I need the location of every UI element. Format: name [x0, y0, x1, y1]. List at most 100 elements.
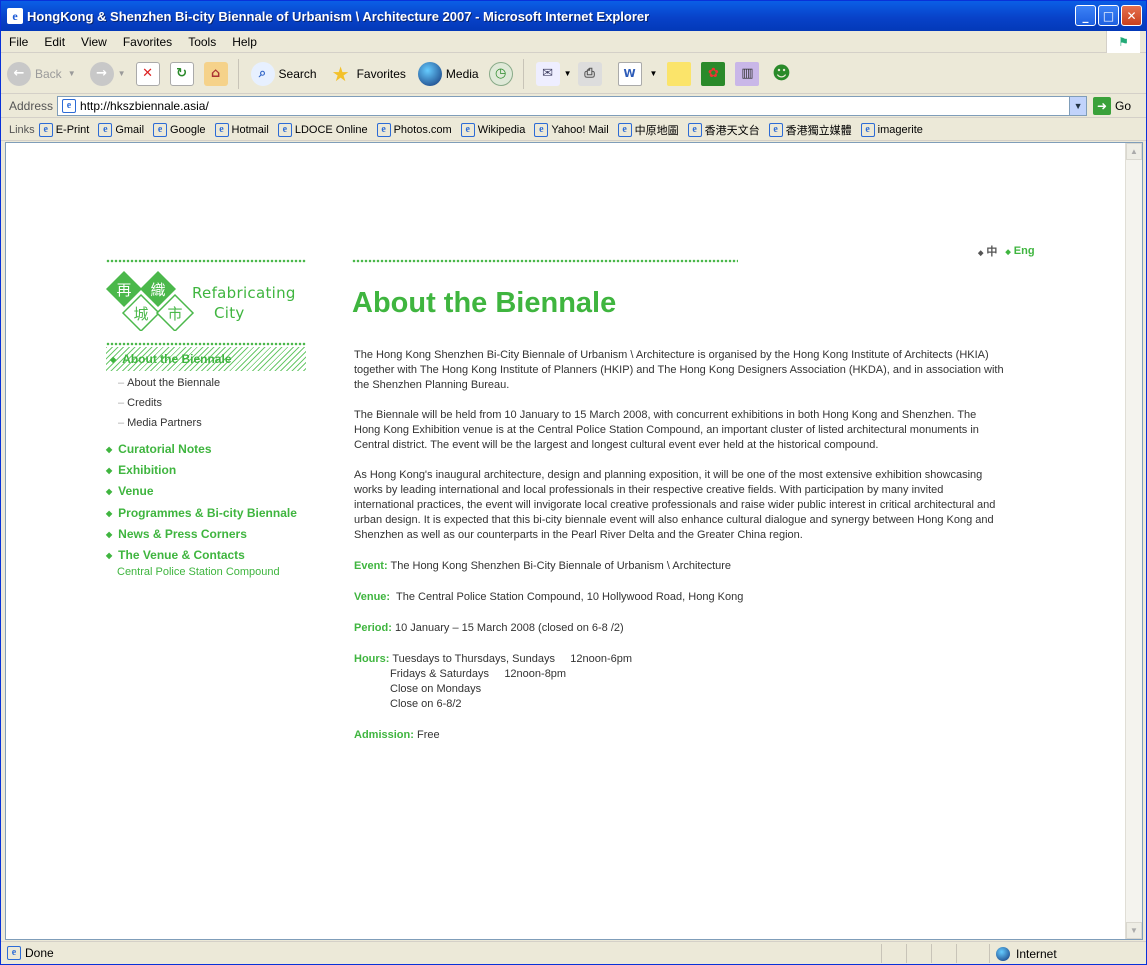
link-imagerite[interactable]: e imagerite — [860, 122, 923, 137]
menu-bar: File Edit View Favorites Tools Help ⚑ — [1, 31, 1146, 53]
notes-button[interactable] — [667, 61, 695, 86]
print-button[interactable]: ⎙ — [577, 61, 606, 86]
lang-english-link[interactable]: ◆ Eng — [1005, 245, 1034, 257]
menu-help[interactable]: Help — [224, 35, 265, 49]
nav-programmes[interactable]: ◆ Programmes & Bi-city Biennale — [106, 506, 297, 520]
nav-curatorial-notes[interactable]: ◆ Curatorial Notes — [106, 442, 212, 456]
close-button[interactable]: ✕ — [1121, 5, 1142, 26]
address-input[interactable]: e http://hkszbiennale.asia/ ▼ — [57, 96, 1088, 116]
link-page-icon: e — [376, 122, 391, 137]
stop-button[interactable]: ✕ — [135, 61, 164, 86]
nav-venue-contacts[interactable]: ◆ The Venue & Contacts — [106, 548, 245, 562]
browser-window: e HongKong & Shenzhen Bi-city Biennale o… — [0, 0, 1147, 965]
maximize-button[interactable]: □ — [1098, 5, 1119, 26]
lang-chinese-link[interactable]: ◆ 中 — [978, 243, 997, 259]
nav-news-press[interactable]: ◆ News & Press Corners — [106, 527, 247, 541]
status-divider — [881, 944, 882, 963]
address-label: Address — [9, 99, 54, 113]
messenger-button[interactable]: ☻ — [769, 62, 797, 86]
nav-item-about-active[interactable]: ◆ About the Biennale — [106, 347, 306, 371]
link-page-icon: e — [460, 122, 475, 137]
svg-text:再: 再 — [116, 281, 131, 299]
content-divider — [352, 259, 738, 263]
menu-file[interactable]: File — [1, 35, 36, 49]
link-page-icon: e — [98, 122, 113, 137]
forward-dropdown-icon[interactable]: ▼ — [118, 69, 126, 78]
home-button[interactable]: ⌂ — [203, 61, 232, 86]
media-button[interactable]: Media — [417, 61, 479, 86]
back-arrow-icon: ← — [7, 61, 31, 86]
venue-detail: Venue: The Central Police Station Compou… — [354, 591, 744, 603]
sticky-note-icon — [667, 61, 692, 86]
nav-venue[interactable]: ◆ Venue — [106, 484, 154, 498]
dates-paragraph: The Biennale will be held from 10 Januar… — [354, 409, 979, 451]
link-yahoo-mail[interactable]: e Yahoo! Mail — [534, 122, 609, 137]
address-bar: Address e http://hkszbiennale.asia/ ▼ ➜ … — [1, 95, 1146, 118]
refresh-button[interactable]: ↻ — [169, 61, 198, 86]
refresh-icon: ↻ — [169, 61, 194, 86]
period-detail: Period: 10 January – 15 March 2008 (clos… — [354, 622, 624, 634]
nav-divider — [106, 342, 306, 346]
link-page-icon: e — [153, 122, 168, 137]
menu-edit[interactable]: Edit — [36, 35, 73, 49]
messenger-people-icon: ☻ — [772, 63, 791, 84]
link-ldoce[interactable]: e LDOCE Online — [277, 122, 368, 137]
edit-dropdown-icon[interactable]: ▼ — [650, 69, 658, 78]
favorites-star-icon: ★ — [331, 61, 350, 86]
link-google[interactable]: e Google — [153, 122, 206, 137]
link-page-icon: e — [534, 122, 549, 137]
hours-closed-mondays: Close on Mondays — [390, 683, 482, 695]
search-button[interactable]: ⌕ Search — [250, 61, 317, 86]
link-eprint[interactable]: e E-Print — [38, 122, 89, 137]
nav-bullet-icon: ◆ — [110, 354, 117, 364]
link-inmedia[interactable]: e 香港獨立媒體 — [768, 122, 852, 138]
scroll-down-icon[interactable]: ▼ — [1126, 922, 1142, 939]
favorites-button[interactable]: ★ Favorites — [329, 62, 406, 86]
link-gmail[interactable]: e Gmail — [98, 122, 144, 137]
scroll-up-icon[interactable]: ▲ — [1126, 143, 1142, 160]
forward-button[interactable]: → ▼ — [89, 61, 126, 86]
research-button[interactable]: ▥ — [735, 61, 763, 86]
history-icon: ◷ — [488, 61, 513, 86]
forward-arrow-icon: → — [89, 61, 114, 86]
subnav-credits[interactable]: – Credits — [118, 397, 162, 409]
link-photos[interactable]: e Photos.com — [376, 122, 452, 137]
go-arrow-icon: ➜ — [1093, 97, 1112, 115]
link-page-icon: e — [38, 122, 53, 137]
minimize-button[interactable]: _ — [1075, 5, 1096, 26]
page-viewport: ◆ 中 ◆ Eng 再 織 城 市 Refabricating City ◆ A… — [5, 142, 1143, 940]
address-dropdown-icon[interactable]: ▼ — [1069, 97, 1087, 115]
home-icon: ⌂ — [203, 61, 228, 86]
title-bar[interactable]: e HongKong & Shenzhen Bi-city Biennale o… — [1, 1, 1146, 31]
nav-central-police-station[interactable]: Central Police Station Compound — [117, 566, 280, 578]
link-hk-observatory[interactable]: e 香港天文台 — [687, 122, 760, 138]
intro-paragraph: The Hong Kong Shenzhen Bi-City Biennale … — [354, 349, 1004, 391]
go-button[interactable]: ➜ Go — [1093, 97, 1131, 115]
sidebar-divider — [106, 259, 306, 263]
mail-icon: ✉ — [535, 61, 560, 86]
edit-button[interactable]: W ▼ — [617, 61, 658, 86]
exposition-paragraph: As Hong Kong's inaugural architecture, d… — [354, 469, 996, 541]
toolbar-separator — [522, 58, 524, 89]
mail-dropdown-icon[interactable]: ▼ — [564, 69, 572, 78]
link-wikipedia[interactable]: e Wikipedia — [460, 122, 525, 137]
link-page-icon: e — [768, 122, 783, 137]
svg-text:城: 城 — [133, 305, 148, 323]
admission-detail: Admission: Free — [354, 729, 440, 741]
status-page-icon: e — [7, 946, 21, 960]
menu-favorites[interactable]: Favorites — [115, 35, 180, 49]
link-page-icon: e — [687, 122, 702, 137]
vertical-scrollbar[interactable]: ▲ ▼ — [1125, 143, 1142, 939]
icq-button[interactable]: ✿ — [701, 61, 729, 86]
subnav-about[interactable]: – About the Biennale — [118, 377, 220, 389]
mail-button[interactable]: ✉ ▼ — [535, 61, 572, 86]
menu-tools[interactable]: Tools — [180, 35, 224, 49]
link-hotmail[interactable]: e Hotmail — [214, 122, 269, 137]
menu-view[interactable]: View — [73, 35, 115, 49]
link-centaline-map[interactable]: e 中原地圖 — [617, 122, 679, 138]
history-button[interactable]: ◷ — [488, 61, 517, 86]
nav-exhibition[interactable]: ◆ Exhibition — [106, 463, 176, 477]
subnav-media-partners[interactable]: – Media Partners — [118, 417, 202, 429]
back-button[interactable]: ← Back ▼ — [7, 61, 76, 86]
back-dropdown-icon[interactable]: ▼ — [68, 69, 76, 78]
